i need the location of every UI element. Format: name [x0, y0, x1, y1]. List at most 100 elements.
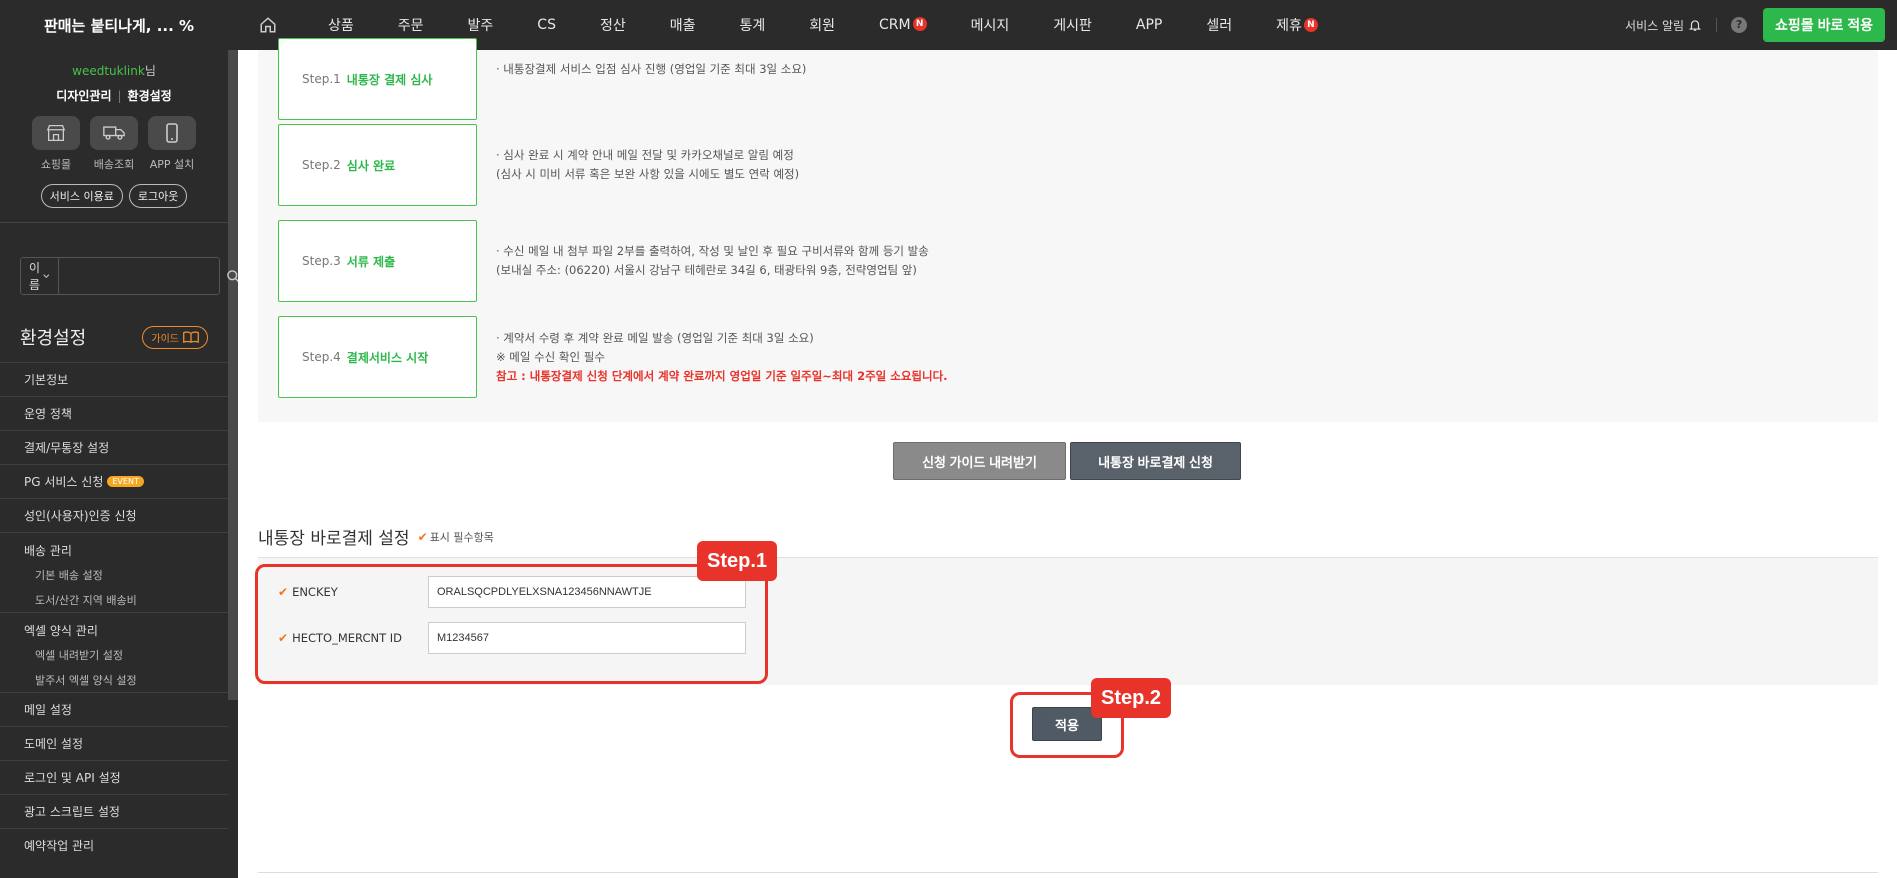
nav-item-9[interactable]: 메시지 — [971, 15, 1010, 35]
settings-section-header: 내통장 바로결제 설정 ✔ 표시 필수항목 — [258, 524, 494, 549]
application-buttons: 신청 가이드 내려받기 내통장 바로결제 신청 — [893, 442, 1241, 480]
required-note-label: 표시 필수항목 — [429, 530, 494, 544]
book-icon — [183, 331, 199, 343]
step-desc-line: (심사 시 미비 서류 혹은 보완 사항 있을 시에도 별도 연락 예정) — [496, 167, 800, 181]
search-input[interactable] — [59, 258, 227, 294]
steps-panel: Step.1 내통장 결제 심사 · 내통장결제 서비스 입점 심사 진행 (영… — [258, 38, 1878, 422]
nav-item-13[interactable]: 제휴 N — [1276, 15, 1318, 35]
bell-icon — [1688, 20, 1702, 31]
menu-excel[interactable]: 엑셀 양식 관리 — [0, 612, 228, 642]
main-content: Step.1 내통장 결제 심사 · 내통장결제 서비스 입점 심사 진행 (영… — [238, 38, 1897, 878]
quick-shop[interactable]: 쇼핑몰 — [32, 116, 80, 172]
nav-item-label: 주문 — [397, 18, 424, 34]
step-number: Step.4 — [302, 350, 341, 364]
brand-title[interactable]: 판매는 붙티나게, ... % — [0, 0, 238, 50]
nav-item-label: 매출 — [669, 18, 696, 34]
nav-item-label: 제휴 — [1276, 18, 1302, 34]
service-alarm-label: 서비스 알림 — [1625, 18, 1685, 33]
search-icon[interactable] — [226, 258, 238, 294]
divider: | — [117, 89, 122, 103]
step-name: 심사 완료 — [346, 158, 396, 173]
menu-reservation[interactable]: 예약작업 관리 — [0, 828, 228, 862]
menu-pg-service[interactable]: PG 서비스 신청 EVENT — [0, 464, 228, 498]
menu-login-api[interactable]: 로그인 및 API 설정 — [0, 760, 228, 794]
new-badge: N — [1303, 18, 1318, 32]
step-desc-line: · 계약서 수령 후 계약 완료 메일 발송 (영업일 기준 최대 3일 소요) — [496, 331, 814, 345]
step-name: 결제서비스 시작 — [346, 350, 429, 365]
nav-item-5[interactable]: 매출 — [670, 15, 696, 35]
quick-menu: 쇼핑몰 배송조회 APP 설치 — [0, 116, 228, 172]
nav-item-10[interactable]: 게시판 — [1053, 15, 1092, 35]
settings-title: 환경설정 — [20, 328, 87, 349]
step-number: Step.3 — [302, 254, 341, 268]
event-badge: EVENT — [107, 476, 144, 487]
divider — [258, 872, 1878, 873]
guide-download-button[interactable]: 신청 가이드 내려받기 — [893, 442, 1066, 480]
service-alarm-link[interactable]: 서비스 알림 — [1625, 17, 1702, 34]
nav-item-3[interactable]: CS — [537, 17, 556, 33]
menu-policy[interactable]: 운영 정책 — [0, 396, 228, 430]
service-fee-button[interactable]: 서비스 이용료 — [40, 184, 123, 208]
quick-shop-label: 쇼핑몰 — [40, 158, 72, 171]
guide-button[interactable]: 가이드 — [142, 325, 208, 349]
design-manage-link[interactable]: 디자인관리 — [56, 89, 111, 103]
nav-item-label: 통계 — [739, 18, 766, 34]
nav-item-1[interactable]: 주문 — [398, 15, 424, 35]
sidebar-search: 이름 — [20, 257, 238, 295]
step-box-4: Step.4 결제서비스 시작 — [278, 316, 477, 398]
step1-highlight-box — [255, 564, 768, 684]
help-icon[interactable]: ? — [1731, 17, 1748, 33]
nav-item-2[interactable]: 발주 — [468, 15, 494, 35]
nav-item-label: 정산 — [599, 18, 626, 34]
menu-delivery[interactable]: 배송 관리 — [0, 532, 228, 562]
menu-adult-auth[interactable]: 성인(사용자)인증 신청 — [0, 498, 228, 532]
sidebar-scrollbar[interactable] — [228, 50, 238, 700]
truck-icon — [90, 116, 138, 150]
search-type-value: 이름 — [29, 261, 41, 292]
chevron-down-icon — [43, 274, 50, 279]
step-desc-line: · 수신 메일 내 첨부 파일 2부를 출력하여, 작성 및 날인 후 필요 구… — [496, 244, 929, 258]
username: weedtuklink — [72, 64, 145, 78]
submenu-excel-download[interactable]: 엑셀 내려받기 설정 — [0, 642, 228, 667]
step-desc-line: · 내통장결제 서비스 입점 심사 진행 (영업일 기준 최대 3일 소요) — [496, 62, 807, 76]
submenu-delivery-basic[interactable]: 기본 배송 설정 — [0, 562, 228, 587]
section-title: 내통장 바로결제 설정 — [258, 529, 410, 549]
nav-item-label: APP — [1135, 17, 1163, 33]
search-type-select[interactable]: 이름 — [21, 258, 60, 294]
step-desc-line: ※ 메일 수신 확인 필수 — [496, 350, 605, 364]
nav-item-label: 상품 — [328, 18, 354, 34]
menu-mail[interactable]: 메일 설정 — [0, 692, 228, 726]
divider — [1716, 18, 1718, 32]
nav-item-6[interactable]: 통계 — [740, 15, 766, 35]
menu-domain[interactable]: 도메인 설정 — [0, 726, 228, 760]
step-note: 참고 : 내통장결제 신청 단계에서 계약 완료까지 영업일 기준 일주일~최대… — [496, 369, 948, 383]
step-desc-2: · 심사 완료 시 계약 안내 메일 전달 및 카카오채널로 알림 예정 (심사… — [496, 146, 799, 184]
store-icon — [32, 116, 80, 150]
menu-ad-script[interactable]: 광고 스크립트 설정 — [0, 794, 228, 828]
nav-item-0[interactable]: 상품 — [328, 15, 354, 35]
nav-item-label: CRM — [879, 17, 911, 33]
nav-item-7[interactable]: 회원 — [809, 15, 835, 35]
nav-item-8[interactable]: CRM N — [879, 17, 927, 33]
submenu-delivery-island[interactable]: 도서/산간 지역 배송비 — [0, 587, 228, 612]
submenu-excel-order[interactable]: 발주서 엑셀 양식 설정 — [0, 667, 228, 692]
nav-item-4[interactable]: 정산 — [600, 15, 626, 35]
step-number: Step.2 — [302, 158, 341, 172]
step-box-2: Step.2 심사 완료 — [278, 124, 477, 206]
top-right-actions: 서비스 알림 ? 쇼핑몰 바로 적용 — [1625, 0, 1885, 50]
nav-item-label: 메시지 — [970, 18, 1010, 34]
nav-item-11[interactable]: APP — [1136, 17, 1162, 33]
menu-payment[interactable]: 결제/무통장 설정 — [0, 430, 228, 464]
logout-button[interactable]: 로그아웃 — [128, 184, 188, 208]
quick-app-install[interactable]: APP 설치 — [148, 116, 196, 172]
quick-delivery[interactable]: 배송조회 — [90, 116, 138, 172]
settings-link[interactable]: 환경설정 — [128, 89, 172, 103]
new-badge: N — [912, 17, 927, 31]
apply-request-button[interactable]: 내통장 바로결제 신청 — [1070, 442, 1241, 480]
menu-basic-info[interactable]: 기본정보 — [0, 362, 228, 396]
apply-to-shop-button[interactable]: 쇼핑몰 바로 적용 — [1763, 8, 1885, 42]
menu-pg-label: PG 서비스 신청 — [24, 475, 104, 489]
step-desc-line: (보내실 주소: (06220) 서울시 강남구 테헤란로 34길 6, 태광타… — [496, 263, 917, 277]
nav-item-12[interactable]: 셀러 — [1206, 15, 1232, 35]
sidebar: weedtuklink님 디자인관리 | 환경설정 쇼핑몰 배송조회 APP 설… — [0, 50, 238, 878]
